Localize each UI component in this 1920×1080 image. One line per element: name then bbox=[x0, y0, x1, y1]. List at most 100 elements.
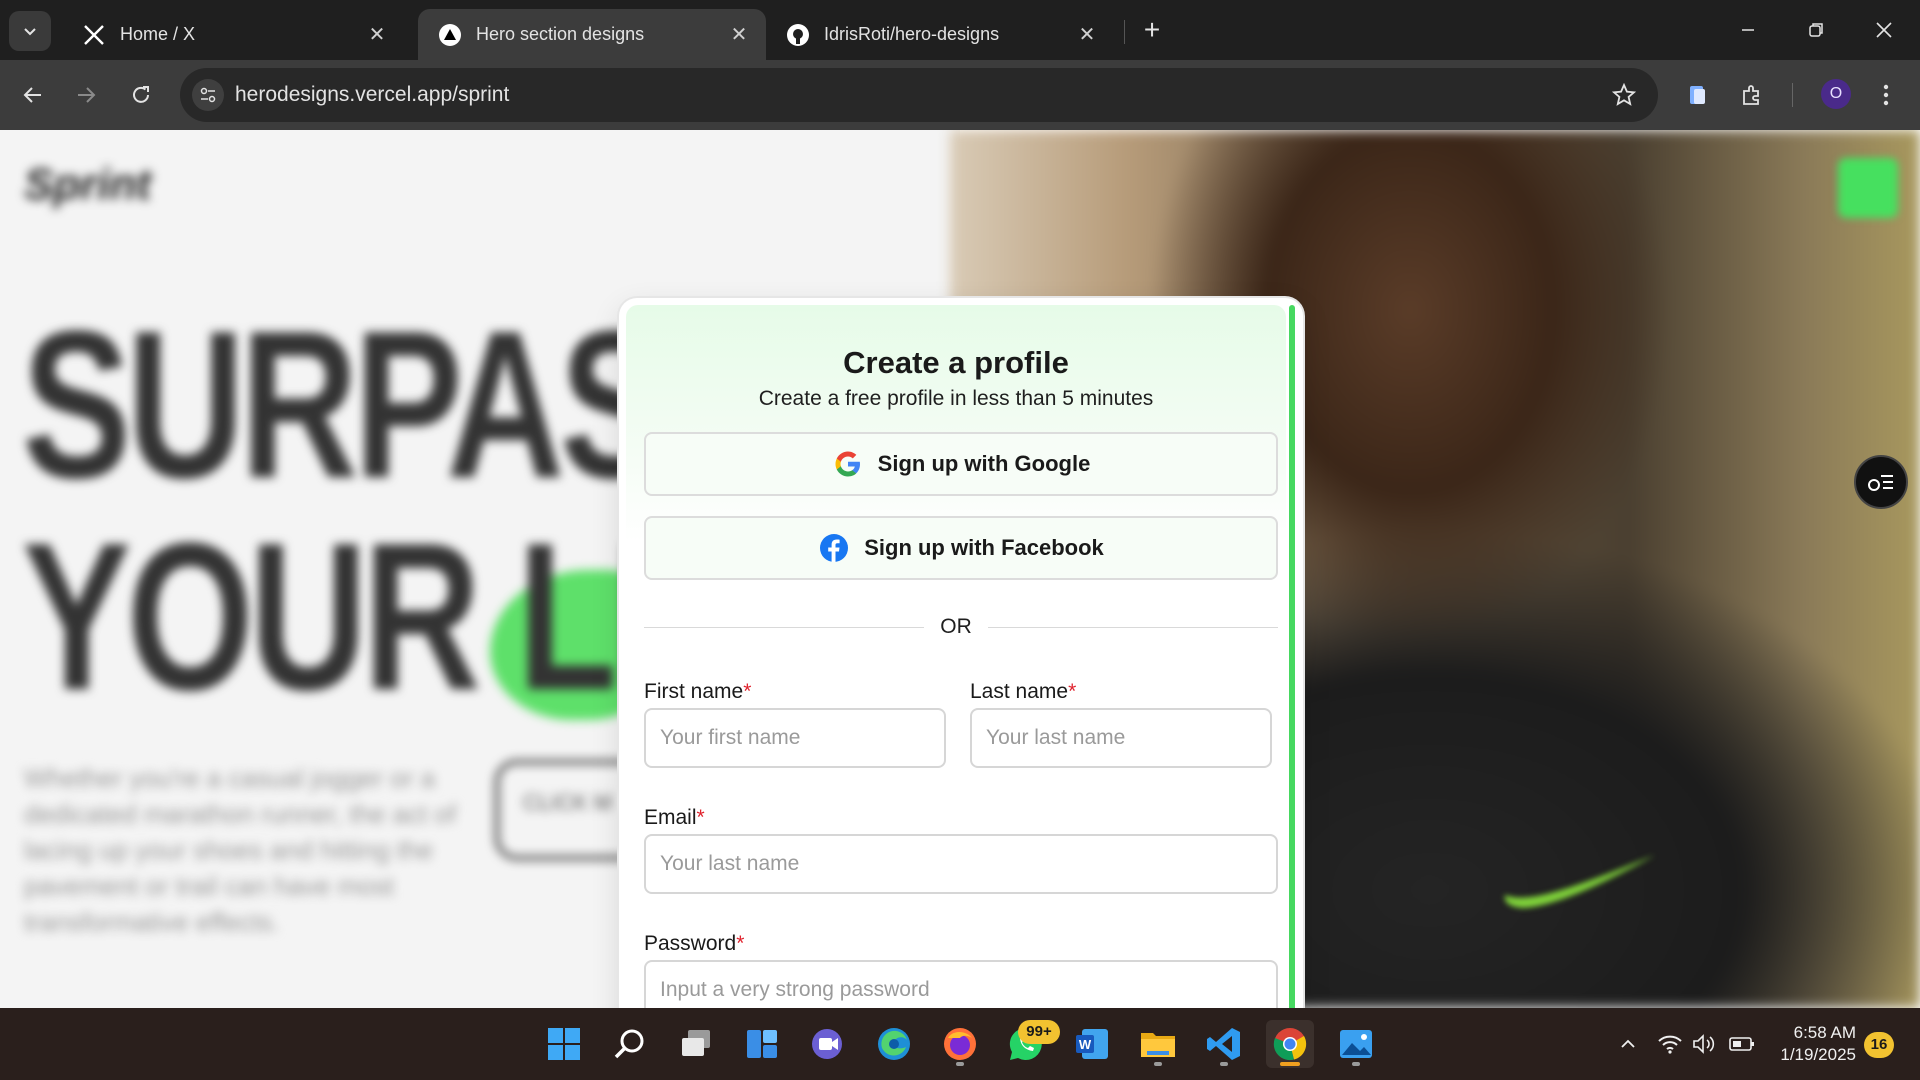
email-label: Email* bbox=[644, 806, 705, 829]
modal-title: Create a profile bbox=[843, 345, 1069, 380]
chrome-app[interactable] bbox=[1266, 1020, 1314, 1068]
modal-scrollbar[interactable] bbox=[1289, 305, 1295, 1008]
profile-avatar[interactable]: O bbox=[1821, 79, 1851, 109]
arrow-left-icon bbox=[23, 87, 41, 103]
restore-button[interactable] bbox=[1788, 10, 1844, 50]
google-signup-button[interactable]: Sign up with Google bbox=[644, 432, 1278, 496]
edge-browser-app[interactable] bbox=[870, 1020, 918, 1068]
x-logo-icon bbox=[82, 23, 106, 47]
tab-divider bbox=[1124, 20, 1125, 44]
forward-button[interactable] bbox=[66, 75, 106, 115]
tab-title: IdrisRoti/hero-designs bbox=[824, 24, 1000, 44]
last-name-input[interactable] bbox=[970, 708, 1272, 768]
word-app[interactable]: W bbox=[1068, 1020, 1116, 1068]
widgets-button[interactable] bbox=[738, 1020, 786, 1068]
battery-icon[interactable] bbox=[1728, 1030, 1756, 1058]
restore-icon bbox=[1809, 23, 1823, 37]
tab-strip: Home / X ✕ Hero section designs ✕ IdrisR… bbox=[0, 0, 1920, 60]
show-hidden-icons-button[interactable] bbox=[1614, 1030, 1642, 1058]
site-info-icon[interactable] bbox=[192, 79, 224, 111]
sprint-logo: Sprint bbox=[24, 160, 152, 209]
volume-icon[interactable] bbox=[1690, 1030, 1718, 1058]
vscode-app[interactable] bbox=[1200, 1020, 1248, 1068]
clock-time: 6:58 AM bbox=[1793, 1023, 1856, 1042]
edge-logo-icon bbox=[878, 1028, 910, 1060]
notification-count-badge[interactable]: 16 bbox=[1864, 1032, 1894, 1058]
start-button[interactable] bbox=[540, 1020, 588, 1068]
vscode-logo-icon bbox=[1207, 1028, 1240, 1060]
tab-hero-section-designs[interactable]: Hero section designs ✕ bbox=[418, 9, 766, 60]
minimize-button[interactable] bbox=[1720, 10, 1776, 50]
photos-app[interactable] bbox=[1332, 1020, 1380, 1068]
vercel-logo-icon bbox=[438, 23, 462, 47]
system-clock[interactable]: 6:58 AM 1/19/2025 bbox=[1770, 1022, 1856, 1066]
close-tab-icon[interactable]: ✕ bbox=[1072, 20, 1102, 50]
taskbar-search-button[interactable] bbox=[606, 1020, 654, 1068]
tab-title: Hero section designs bbox=[476, 24, 645, 44]
close-tab-icon[interactable]: ✕ bbox=[724, 20, 754, 50]
wifi-icon[interactable] bbox=[1656, 1030, 1684, 1058]
firefox-logo-icon bbox=[944, 1028, 976, 1060]
close-window-button[interactable] bbox=[1856, 10, 1912, 50]
tab-home-x[interactable]: Home / X ✕ bbox=[62, 9, 404, 60]
close-tab-icon[interactable]: ✕ bbox=[362, 20, 392, 50]
nike-swoosh-logo bbox=[1504, 855, 1655, 908]
file-explorer-app[interactable] bbox=[1134, 1020, 1182, 1068]
divider-left bbox=[644, 627, 924, 628]
widgets-icon bbox=[747, 1030, 777, 1058]
toolbar-divider bbox=[1792, 83, 1793, 107]
modal-scroll-area[interactable]: Create a profile Create a free profile i… bbox=[626, 305, 1286, 1008]
hero-headline-line2: YOUR LI bbox=[22, 499, 658, 734]
firefox-app[interactable] bbox=[936, 1020, 984, 1068]
address-bar[interactable]: herodesigns.vercel.app/sprint bbox=[180, 68, 1658, 122]
or-separator: OR bbox=[940, 615, 972, 638]
arrow-right-icon bbox=[78, 87, 96, 103]
facebook-signup-label: Sign up with Facebook bbox=[864, 535, 1104, 560]
word-logo-icon: W bbox=[1076, 1029, 1108, 1059]
minimize-icon bbox=[1742, 29, 1754, 31]
running-indicator bbox=[1352, 1062, 1360, 1066]
chevron-up-icon bbox=[1621, 1039, 1635, 1048]
facebook-logo-icon bbox=[818, 532, 850, 564]
teams-meet-app[interactable] bbox=[804, 1020, 852, 1068]
bookmark-star-icon[interactable] bbox=[1610, 81, 1638, 109]
url-text: herodesigns.vercel.app/sprint bbox=[235, 83, 510, 106]
running-indicator bbox=[1220, 1062, 1228, 1066]
floating-tool-button[interactable] bbox=[1854, 455, 1908, 509]
task-view-button[interactable] bbox=[672, 1020, 720, 1068]
active-indicator bbox=[1280, 1062, 1300, 1066]
facebook-signup-button[interactable]: Sign up with Facebook bbox=[644, 516, 1278, 580]
reload-button[interactable] bbox=[121, 75, 161, 115]
folder-icon bbox=[1141, 1033, 1175, 1057]
required-asterisk: * bbox=[736, 932, 745, 955]
password-input[interactable] bbox=[644, 960, 1278, 1008]
google-signup-label: Sign up with Google bbox=[877, 451, 1091, 476]
video-chat-icon bbox=[812, 1029, 842, 1059]
tab-github-hero-designs[interactable]: IdrisRoti/hero-designs ✕ bbox=[766, 9, 1114, 60]
new-tab-button[interactable]: + bbox=[1136, 14, 1168, 46]
running-indicator bbox=[1154, 1062, 1162, 1066]
chevron-down-icon bbox=[24, 28, 36, 36]
modal-subtitle: Create a free profile in less than 5 min… bbox=[758, 387, 1154, 410]
toolbox-icon bbox=[1868, 475, 1893, 491]
tab-search-button[interactable] bbox=[9, 11, 51, 51]
whatsapp-unread-badge: 99+ bbox=[1018, 1020, 1060, 1044]
search-icon bbox=[614, 1029, 644, 1059]
hero-paragraph: Whether you're a casual jogger or a dedi… bbox=[24, 763, 457, 937]
menu-toggle-button[interactable] bbox=[1838, 158, 1898, 218]
first-name-input[interactable] bbox=[644, 708, 946, 768]
required-asterisk: * bbox=[696, 806, 705, 829]
hero-headline-line1: SURPAS bbox=[22, 287, 669, 522]
chrome-logo-icon bbox=[1273, 1028, 1307, 1061]
extensions-icon[interactable] bbox=[1734, 77, 1770, 113]
svg-text:W: W bbox=[1079, 1037, 1092, 1052]
more-menu-icon[interactable] bbox=[1868, 77, 1904, 113]
create-profile-modal: Create a profile Create a free profile i… bbox=[619, 298, 1303, 1008]
email-input[interactable] bbox=[644, 834, 1278, 894]
reading-list-icon[interactable] bbox=[1680, 77, 1716, 113]
back-button[interactable] bbox=[13, 75, 53, 115]
tab-title: Home / X bbox=[120, 24, 196, 44]
password-label: Password* bbox=[644, 932, 745, 955]
clock-date: 1/19/2025 bbox=[1780, 1045, 1856, 1064]
required-asterisk: * bbox=[743, 680, 752, 703]
